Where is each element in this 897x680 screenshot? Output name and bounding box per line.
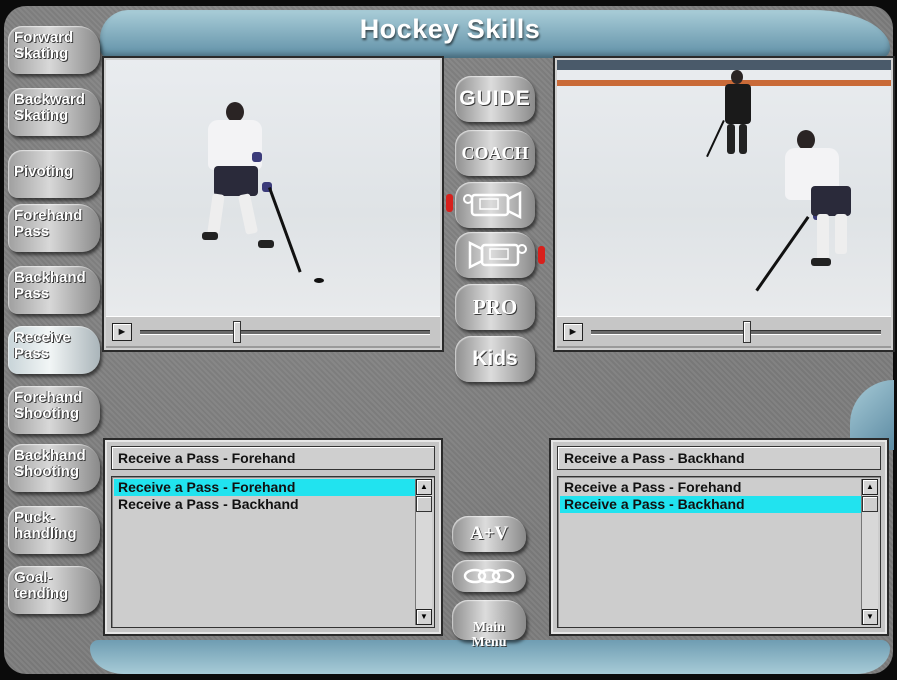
link-button[interactable] xyxy=(452,560,526,592)
right-video-screen[interactable] xyxy=(557,60,891,316)
pro-label: PRO xyxy=(472,295,518,319)
left-video-player: ► xyxy=(102,56,444,352)
guide-button[interactable]: GUIDE xyxy=(455,76,535,122)
list-item[interactable]: Receive a Pass - Forehand xyxy=(560,479,864,496)
right-video-player: ► xyxy=(553,56,895,352)
kids-label: Kids xyxy=(472,347,518,370)
puck xyxy=(314,278,324,283)
list-item[interactable]: Receive a Pass - Forehand xyxy=(114,479,418,496)
scroll-up-button[interactable]: ▲ xyxy=(416,479,432,495)
left-list-scrollbar[interactable]: ▲ ▼ xyxy=(415,479,432,625)
right-seek-track[interactable] xyxy=(591,330,881,335)
skater-figure xyxy=(196,100,302,310)
coach-button[interactable]: COACH xyxy=(455,130,535,176)
main-menu-button[interactable]: Main Menu xyxy=(452,600,526,650)
left-clip-title: Receive a Pass - Forehand xyxy=(111,446,435,470)
skater-figure-near xyxy=(755,130,887,310)
list-item[interactable]: Receive a Pass - Backhand xyxy=(560,496,864,513)
left-seek-track[interactable] xyxy=(140,330,430,335)
right-play-button[interactable]: ► xyxy=(563,323,583,341)
main-menu-label: Main Menu xyxy=(471,620,507,650)
video-camera-left-icon xyxy=(463,190,522,220)
left-clip-list[interactable]: Receive a Pass - Forehand Receive a Pass… xyxy=(111,476,435,628)
right-clip-list[interactable]: Receive a Pass - Forehand Receive a Pass… xyxy=(557,476,881,628)
left-clip-list-panel: Receive a Pass - Forehand Receive a Pass… xyxy=(103,438,443,636)
left-video-indicator xyxy=(446,194,453,212)
left-seek-thumb[interactable] xyxy=(233,321,242,343)
scroll-thumb[interactable] xyxy=(862,496,878,512)
tab-forehand-shooting[interactable]: Forehand Shooting xyxy=(8,386,100,434)
scroll-down-button[interactable]: ▼ xyxy=(416,609,432,625)
skater-figure-far xyxy=(706,70,767,180)
scroll-down-button[interactable]: ▼ xyxy=(862,609,878,625)
av-label: A+V xyxy=(469,523,509,544)
video-camera-right-icon xyxy=(468,240,527,270)
scroll-up-button[interactable]: ▲ xyxy=(862,479,878,495)
left-video-controls: ► xyxy=(106,316,440,346)
pro-button[interactable]: PRO xyxy=(455,284,535,330)
scroll-thumb[interactable] xyxy=(416,496,432,512)
right-clip-title: Receive a Pass - Backhand xyxy=(557,446,881,470)
chain-link-icon xyxy=(463,568,515,584)
right-video-controls: ► xyxy=(557,316,891,346)
right-video-indicator xyxy=(538,246,545,264)
coach-label: COACH xyxy=(461,143,529,163)
tab-backhand-pass[interactable]: Backhand Pass xyxy=(8,266,100,314)
video-right-button[interactable] xyxy=(455,232,535,278)
app-title: Hockey Skills xyxy=(359,14,541,44)
guide-label: GUIDE xyxy=(459,87,531,110)
tab-receive-pass[interactable]: Receive Pass xyxy=(8,326,100,374)
left-video-screen[interactable] xyxy=(106,60,440,316)
kids-button[interactable]: Kids xyxy=(455,336,535,382)
tab-puck-handling[interactable]: Puck- handling xyxy=(8,506,100,554)
tab-backward-skating[interactable]: Backward Skating xyxy=(8,88,100,136)
right-seek-thumb[interactable] xyxy=(743,321,752,343)
tab-backhand-shooting[interactable]: Backhand Shooting xyxy=(8,444,100,492)
left-play-button[interactable]: ► xyxy=(112,323,132,341)
list-item[interactable]: Receive a Pass - Backhand xyxy=(114,496,418,513)
tab-forward-skating[interactable]: Forward Skating xyxy=(8,26,100,74)
video-left-button[interactable] xyxy=(455,182,535,228)
right-list-scrollbar[interactable]: ▲ ▼ xyxy=(861,479,878,625)
audio-video-button[interactable]: A+V xyxy=(452,516,526,552)
tab-goal-tending[interactable]: Goal- tending xyxy=(8,566,100,614)
right-clip-list-panel: Receive a Pass - Backhand Receive a Pass… xyxy=(549,438,889,636)
tab-forehand-pass[interactable]: Forehand Pass xyxy=(8,204,100,252)
tab-pivoting[interactable]: Pivoting xyxy=(8,150,100,198)
